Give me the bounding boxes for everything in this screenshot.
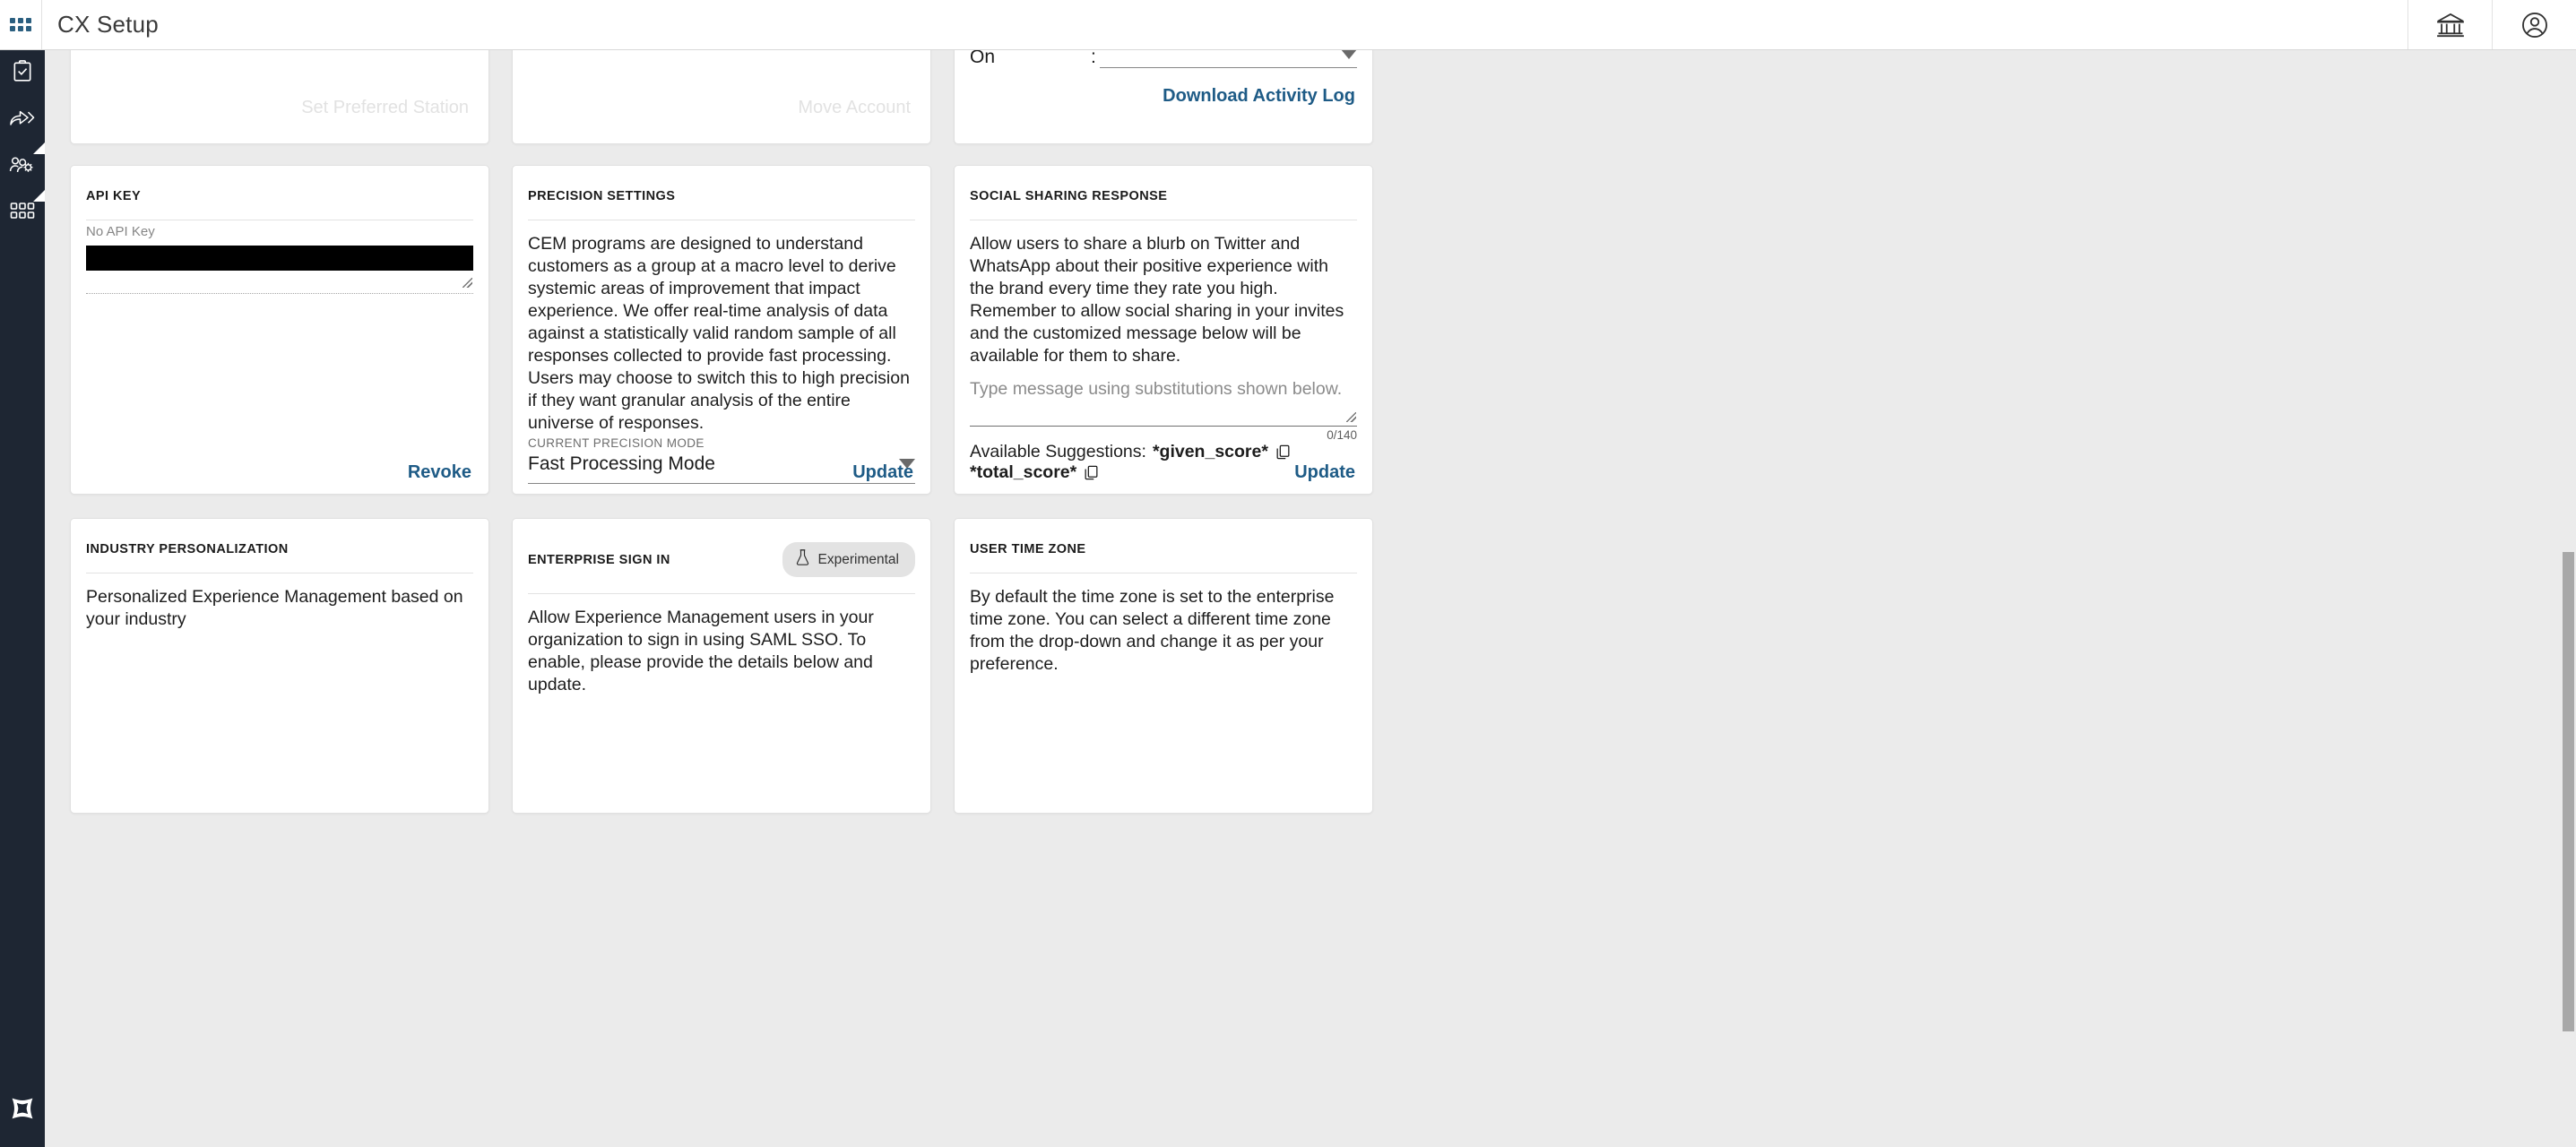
sidebar-item-apps[interactable] <box>0 191 45 236</box>
user-time-zone-description: By default the time zone is set to the e… <box>970 587 1335 674</box>
apps-grid-glyph <box>10 18 31 31</box>
card-precision-settings: Precision Settings CEM programs are desi… <box>512 165 931 495</box>
app-root: CX Setup Set Preferred Station Move Acco… <box>0 0 2576 1147</box>
brand-logo-icon[interactable] <box>0 1086 45 1131</box>
card-social-sharing-response: Social Sharing Response Allow users to s… <box>954 165 1373 495</box>
activity-log-on-label: On <box>970 50 996 67</box>
api-key-redacted-value[interactable] <box>86 246 473 271</box>
current-precision-mode-label: Current Precision Mode <box>528 436 705 450</box>
sidebar-item-surveys[interactable] <box>0 50 45 95</box>
top-bar: CX Setup <box>0 0 2576 50</box>
precision-mode-value: Fast Processing Mode <box>528 453 715 474</box>
suggestion-given-score[interactable]: *given_score* <box>1153 442 1268 462</box>
available-suggestions-label: Available Suggestions: <box>970 441 1146 461</box>
industry-personalization-title: Industry Personalization <box>86 542 289 556</box>
move-account-button[interactable]: Move Account <box>798 98 911 118</box>
bank-icon[interactable] <box>2407 0 2492 49</box>
settings-row-1: Set Preferred Station Move Account On : … <box>45 50 2554 144</box>
activity-log-select[interactable] <box>1099 50 1357 68</box>
precision-update-button[interactable]: Update <box>852 462 913 483</box>
social-message-counter: 0/140 <box>1327 427 1357 442</box>
chevron-down-icon <box>1341 50 1357 59</box>
enterprise-sign-in-header: Enterprise Sign In Experimental <box>513 519 930 577</box>
enterprise-sign-in-description: Allow Experience Management users in you… <box>528 608 874 694</box>
settings-row-3: Industry Personalization Personalized Ex… <box>45 518 2554 814</box>
social-sharing-header: Social Sharing Response <box>955 166 1372 203</box>
apps-grid-icon[interactable] <box>0 0 42 49</box>
page-title: CX Setup <box>57 11 159 38</box>
flask-icon <box>795 548 810 571</box>
social-sharing-description-1: Allow users to share a blurb on Twitter … <box>970 234 1328 298</box>
card-enterprise-sign-in: Enterprise Sign In Experimental Allow Ex… <box>512 518 931 814</box>
users-gear-icon <box>9 153 36 181</box>
precision-settings-footer: Update <box>852 462 913 483</box>
copy-icon[interactable] <box>1083 464 1100 481</box>
user-time-zone-title: User Time Zone <box>970 542 1086 556</box>
industry-personalization-header: Industry Personalization <box>71 519 488 556</box>
activity-log-schedule-row: On : <box>955 50 1372 68</box>
social-sharing-description-2: Remember to allow social sharing in your… <box>970 300 1344 366</box>
card-industry-personalization: Industry Personalization Personalized Ex… <box>70 518 489 814</box>
api-key-textarea-resize-handle[interactable] <box>86 271 473 294</box>
settings-content: Set Preferred Station Move Account On : … <box>45 50 2576 1147</box>
copy-icon[interactable] <box>1275 444 1292 461</box>
sidebar-item-distribute[interactable] <box>0 97 45 154</box>
share-forward-icon <box>9 105 36 134</box>
experimental-badge-label: Experimental <box>817 551 899 567</box>
card-activity-log: On : Download Activity Log <box>954 50 1373 144</box>
scrollbar-thumb[interactable] <box>2563 552 2574 1031</box>
card-set-preferred-station: Set Preferred Station <box>70 50 489 144</box>
suggestion-total-score[interactable]: *total_score* <box>970 462 1076 483</box>
card-user-time-zone: User Time Zone By default the time zone … <box>954 518 1373 814</box>
user-time-zone-header: User Time Zone <box>955 519 1372 556</box>
social-sharing-update-button[interactable]: Update <box>1294 462 1355 483</box>
industry-personalization-description: Personalized Experience Management based… <box>86 587 463 629</box>
api-key-note: No API Key <box>86 224 155 239</box>
api-key-title: API Key <box>86 189 142 203</box>
clipboard-check-icon <box>11 59 34 87</box>
left-sidebar <box>0 50 45 1147</box>
account-circle-icon[interactable] <box>2492 0 2576 49</box>
precision-settings-description: CEM programs are designed to understand … <box>528 234 910 433</box>
vertical-scrollbar[interactable] <box>2561 50 2576 1147</box>
api-key-header: API Key <box>71 166 488 203</box>
grid-apps-icon <box>10 202 35 225</box>
activity-log-colon: : <box>1091 50 1096 67</box>
enterprise-sign-in-title: Enterprise Sign In <box>528 552 670 567</box>
social-sharing-footer: Update <box>1294 462 1355 483</box>
download-activity-log-button[interactable]: Download Activity Log <box>1163 86 1355 107</box>
card-api-key: API Key No API Key Revoke <box>70 165 489 495</box>
card-move-account: Move Account <box>512 50 931 144</box>
experimental-badge[interactable]: Experimental <box>782 542 915 577</box>
social-sharing-title: Social Sharing Response <box>970 189 1168 203</box>
social-message-resize-handle[interactable] <box>970 400 1357 427</box>
settings-row-2: API Key No API Key Revoke Precision Sett… <box>45 165 2554 495</box>
precision-settings-title: Precision Settings <box>528 189 676 203</box>
sidebar-item-user-management[interactable] <box>0 144 45 202</box>
revoke-button[interactable]: Revoke <box>408 462 471 483</box>
social-message-input[interactable]: Type message using substitutions shown b… <box>955 367 1372 400</box>
api-key-footer: Revoke <box>408 462 471 483</box>
precision-settings-header: Precision Settings <box>513 166 930 203</box>
set-preferred-station-button[interactable]: Set Preferred Station <box>301 98 469 118</box>
